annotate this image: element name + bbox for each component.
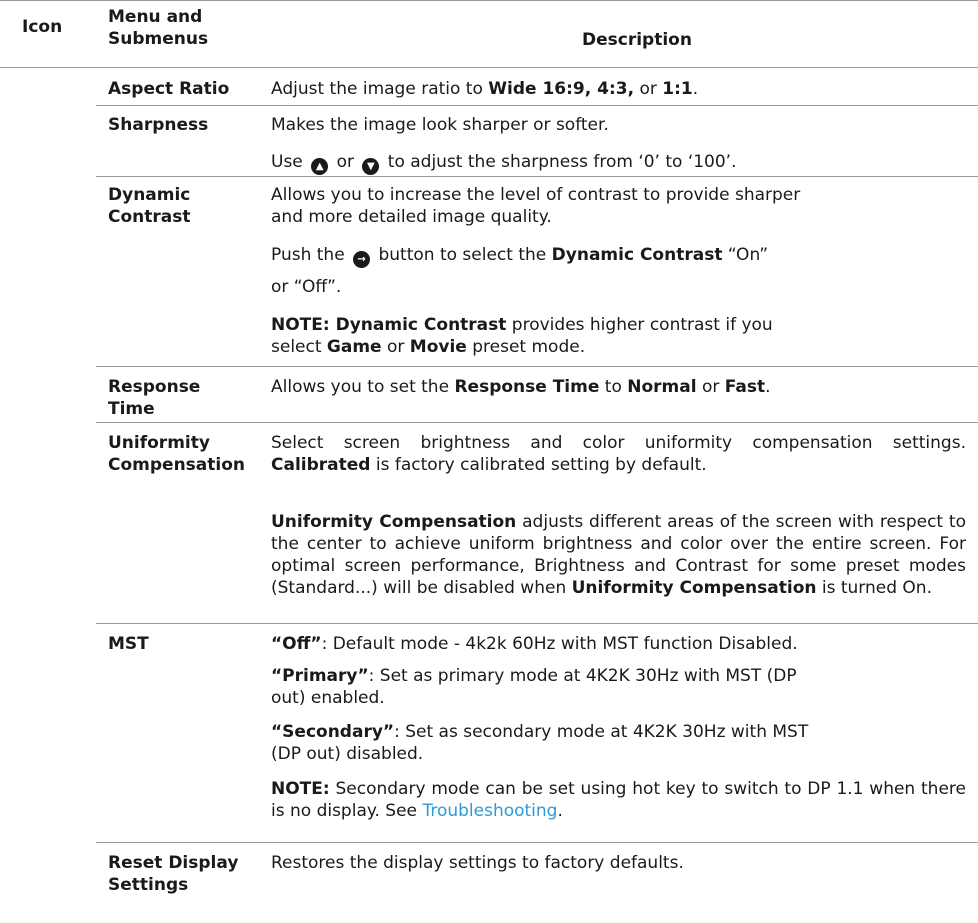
- row-rule: [96, 105, 978, 106]
- desc-dynamic-p1: Allows you to increase the level of cont…: [271, 185, 801, 227]
- menu-mst: MST: [108, 634, 149, 654]
- menu-reset-display-settings: Reset Display Settings: [108, 853, 239, 895]
- header-menu-line1: Menu and: [108, 7, 203, 27]
- troubleshooting-link[interactable]: Troubleshooting: [422, 801, 557, 821]
- desc-dynamic-note: NOTE: Dynamic Contrast provides higher c…: [271, 315, 773, 357]
- desc-uniformity-p1: Select screen brightness and color unifo…: [271, 433, 966, 475]
- header-menu: Menu and Submenus: [108, 6, 208, 74]
- desc-dynamic-p3: or “Off”.: [271, 277, 342, 297]
- desc-mst-off: “Off”: Default mode - 4k2k 60Hz with MST…: [271, 634, 798, 654]
- desc-sharpness-line2: Use ▲ or ▼ to adjust the sharpness from …: [271, 151, 966, 175]
- desc-mst-note: NOTE: Secondary mode can be set using ho…: [271, 779, 966, 821]
- arrow-right-icon: →: [353, 251, 371, 268]
- desc-mst-secondary: “Secondary”: Set as secondary mode at 4K…: [271, 722, 809, 764]
- desc-dynamic-p2: Push the → button to select the Dynamic …: [271, 244, 966, 268]
- row-rule: [96, 422, 978, 423]
- menu-uniformity-compensation: Uniformity Compensation: [108, 433, 245, 475]
- menu-dynamic-contrast: Dynamic Contrast: [108, 185, 191, 227]
- row-rule: [96, 366, 978, 367]
- manual-page: Icon Menu and Submenus Description Aspec…: [0, 0, 978, 923]
- row-rule: [96, 623, 978, 624]
- header-menu-line2: Submenus: [108, 29, 209, 49]
- row-rule: [96, 176, 978, 177]
- desc-response-time: Allows you to set the Response Time to N…: [271, 377, 771, 397]
- menu-response-time: Response Time: [108, 377, 201, 419]
- table-top-rule: [0, 0, 978, 1]
- desc-uniformity-p2: Uniformity Compensation adjusts differen…: [271, 512, 967, 598]
- desc-sharpness-line1: Makes the image look sharper or softer.: [271, 115, 609, 135]
- desc-mst-primary: “Primary”: Set as primary mode at 4K2K 3…: [271, 666, 797, 708]
- chevron-up-icon: ▲: [311, 158, 329, 175]
- desc-reset-display-settings: Restores the display settings to factory…: [271, 853, 684, 873]
- menu-sharpness: Sharpness: [108, 115, 209, 135]
- header-rule: [0, 67, 978, 68]
- menu-aspect-ratio: Aspect Ratio: [108, 79, 230, 99]
- desc-aspect-ratio: Adjust the image ratio to Wide 16:9, 4:3…: [271, 79, 699, 99]
- row-rule: [96, 842, 978, 843]
- chevron-down-icon: ▼: [362, 158, 380, 175]
- header-icon: Icon: [22, 17, 63, 37]
